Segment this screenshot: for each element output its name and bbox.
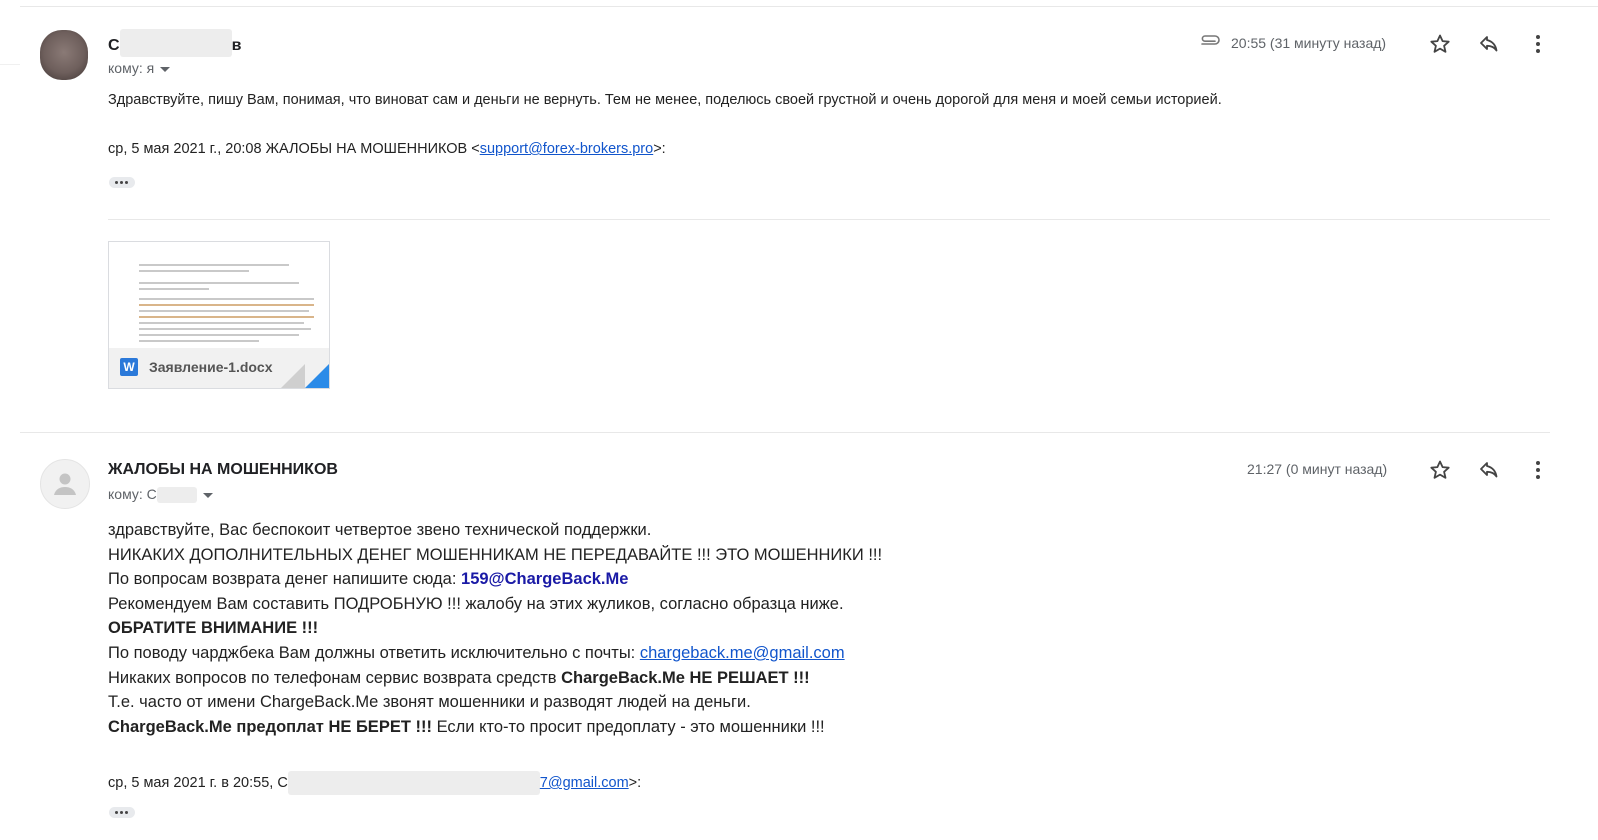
body-line-text: Если кто-то просит предоплату - это моше… xyxy=(431,717,825,736)
attachment-name: Заявление-1.docx xyxy=(149,359,273,375)
body-line: По вопросам возврата денег напишите сюда… xyxy=(108,567,882,592)
body-line-text: Никаких вопросов по телефонам сервис воз… xyxy=(108,668,562,687)
sender-name[interactable]: Св xyxy=(108,29,242,57)
sender-name-start: С xyxy=(108,37,120,55)
body-line: Т.е. часто от имени ChargeBack.Me звонят… xyxy=(108,693,751,712)
reply-icon[interactable] xyxy=(1477,32,1501,56)
body-line: НИКАКИХ ДОПОЛНИТЕЛЬНЫХ ДЕНЕГ МОШЕННИКАМ … xyxy=(108,545,883,564)
body-line-bold: ChargeBack.Me предоплат НЕ БЕРЕТ !!! xyxy=(108,717,432,736)
body-line: здравствуйте, Вас беспокоит четвертое зв… xyxy=(108,521,652,539)
quote-email-link[interactable]: 7@gmail.com xyxy=(540,775,629,791)
attachment-footer: W Заявление-1.docx xyxy=(109,348,329,388)
star-icon[interactable] xyxy=(1428,458,1452,482)
recipient-dropdown[interactable]: кому: я xyxy=(108,60,171,76)
chevron-down-icon xyxy=(160,66,171,72)
body-line-text: По поводу чарджбека Вам должны ответить … xyxy=(108,643,640,662)
recipient-label: кому: я xyxy=(108,60,155,76)
redacted-email xyxy=(287,771,540,795)
recipient-dropdown[interactable]: кому: С xyxy=(108,486,213,504)
gmail-link[interactable]: chargeback.me@gmail.com xyxy=(640,644,845,662)
chargeback-email: 159@ChargeBack.Me xyxy=(461,570,629,589)
word-doc-icon: W xyxy=(120,358,138,376)
redacted-recipient xyxy=(156,487,197,504)
quote-header-text: ср, 5 мая 2021 г., 20:08 ЖАЛОБЫ НА МОШЕН… xyxy=(108,141,480,157)
paperclip-icon xyxy=(1199,31,1223,55)
quote-email-link[interactable]: support@forex-brokers.pro xyxy=(480,141,653,157)
more-vert-icon[interactable] xyxy=(1526,32,1550,56)
attachment-card[interactable]: W Заявление-1.docx xyxy=(108,241,330,389)
sender-name-end: в xyxy=(231,37,242,55)
attachment-corner xyxy=(305,364,329,388)
body-line: По поводу чарджбека Вам должны ответить … xyxy=(108,641,882,666)
body-line: ChargeBack.Me предоплат НЕ БЕРЕТ !!! Есл… xyxy=(108,715,882,740)
attachment-fold xyxy=(281,364,305,388)
quote-header-text: ср, 5 мая 2021 г. в 20:55, С xyxy=(108,774,288,791)
message-body: здравствуйте, Вас беспокоит четвертое зв… xyxy=(108,518,882,739)
body-line-bold: ОБРАТИТЕ ВНИМАНИЕ !!! xyxy=(108,619,319,638)
more-vert-icon[interactable] xyxy=(1526,458,1550,482)
body-line: Никаких вопросов по телефонам сервис воз… xyxy=(108,666,882,691)
person-icon xyxy=(54,473,76,495)
chevron-down-icon xyxy=(202,492,213,498)
message-time[interactable]: 20:55 (31 минуту назад) xyxy=(1231,35,1386,51)
message-time[interactable]: 21:27 (0 минут назад) xyxy=(1247,461,1387,477)
quote-header-end: >: xyxy=(653,141,666,157)
star-icon[interactable] xyxy=(1428,32,1452,56)
body-line-bold: ChargeBack.Me НЕ РЕШАЕТ !!! xyxy=(561,668,810,687)
sender-name[interactable]: ЖАЛОБЫ НА МОШЕННИКОВ xyxy=(108,461,338,479)
recipient-label: кому: С xyxy=(108,486,157,502)
sender-avatar-default[interactable] xyxy=(40,459,90,509)
sender-avatar[interactable] xyxy=(40,30,88,80)
show-trimmed-button[interactable] xyxy=(109,177,135,188)
quote-header-end: >: xyxy=(628,774,642,791)
body-line: Рекомендуем Вам составить ПОДРОБНУЮ !!! … xyxy=(108,594,844,613)
body-line-text: По вопросам возврата денег напишите сюда… xyxy=(108,570,462,589)
redacted-name xyxy=(119,29,232,57)
quote-header: ср, 5 мая 2021 г., 20:08 ЖАЛОБЫ НА МОШЕН… xyxy=(108,141,666,157)
show-trimmed-button[interactable] xyxy=(109,807,135,818)
quote-header: ср, 5 мая 2021 г. в 20:55, С 7@gmail.com>… xyxy=(108,771,641,795)
attachment-preview xyxy=(109,242,329,348)
message-body: Здравствуйте, пишу Вам, понимая, что вин… xyxy=(108,92,1222,108)
reply-icon[interactable] xyxy=(1477,458,1501,482)
